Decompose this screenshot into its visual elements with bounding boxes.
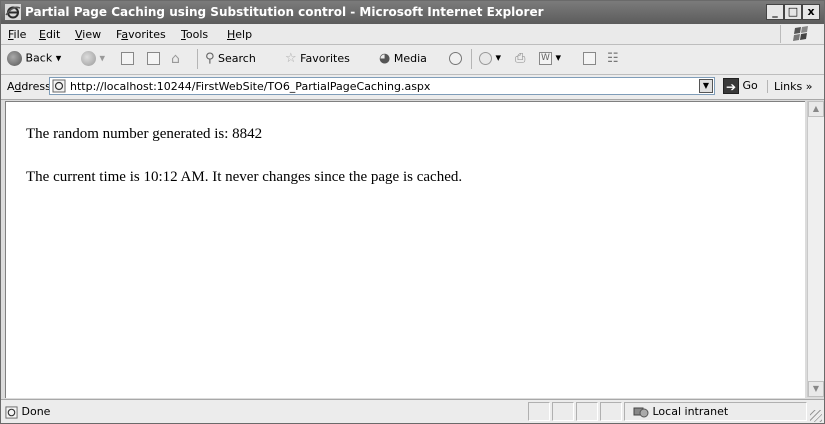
address-bar: Address http://localhost:10244/FirstWebS…: [1, 75, 824, 100]
minimize-button[interactable]: _: [766, 4, 784, 20]
title-bar[interactable]: Partial Page Caching using Substitution …: [1, 1, 824, 24]
search-icon: ⚲: [205, 51, 215, 66]
favorites-button[interactable]: ☆ Favorites: [285, 51, 350, 66]
windows-flag-icon: [780, 25, 821, 43]
menu-view-rest: iew: [82, 28, 102, 41]
intranet-icon: [633, 407, 649, 417]
favorites-star-icon: ☆: [285, 51, 297, 66]
forward-arrow-icon: [81, 51, 96, 66]
toolbar-separator: [471, 49, 472, 69]
links-label: Links: [774, 80, 803, 93]
browser-window: Partial Page Caching using Substitution …: [0, 0, 825, 424]
status-page-icon: [5, 405, 18, 419]
menu-help-rest: elp: [235, 28, 253, 41]
page-content: The random number generated is: 8842 The…: [5, 101, 805, 398]
scroll-up-icon[interactable]: ▲: [808, 101, 824, 117]
page-icon: [52, 79, 66, 93]
go-arrow-icon: ➔: [723, 78, 739, 94]
ie-logo-icon: [5, 4, 21, 20]
address-dropdown-icon[interactable]: ▼: [699, 79, 713, 93]
media-icon: ◕: [379, 51, 391, 66]
media-button[interactable]: ◕ Media: [379, 51, 427, 66]
status-pane: [576, 402, 598, 421]
current-time-text: The current time is 10:12 AM. It never c…: [26, 169, 463, 185]
address-label-rest: dress: [21, 80, 51, 93]
window-title: Partial Page Caching using Substitution …: [25, 5, 544, 19]
random-number-text: The random number generated is: 8842: [26, 126, 263, 142]
links-button[interactable]: Links »: [767, 80, 813, 93]
stop-icon: [121, 51, 134, 65]
menu-favorites[interactable]: Favorites: [116, 28, 166, 41]
menu-edit-rest: dit: [45, 28, 61, 41]
vertical-scrollbar[interactable]: ▲ ▼: [807, 101, 824, 397]
go-label: Go: [742, 79, 758, 92]
status-pane: [528, 402, 550, 421]
back-button[interactable]: Back ▾: [7, 51, 61, 66]
media-label: Media: [393, 52, 427, 65]
menu-help[interactable]: Help: [227, 28, 252, 41]
address-url: http://localhost:10244/FirstWebSite/TO6_…: [70, 80, 431, 93]
print-button[interactable]: ⎙: [515, 51, 525, 66]
status-pane: [552, 402, 574, 421]
discuss-icon: [583, 51, 596, 65]
refresh-icon: [147, 51, 160, 65]
word-icon: W: [539, 51, 552, 65]
menu-favorites-rest: vorites: [128, 28, 166, 41]
menu-file[interactable]: File: [8, 28, 26, 41]
menu-view[interactable]: View: [75, 28, 101, 41]
address-label: Address: [7, 80, 51, 93]
history-icon: [449, 51, 462, 65]
address-input[interactable]: http://localhost:10244/FirstWebSite/TO6_…: [49, 77, 715, 95]
favorites-label: Favorites: [300, 52, 350, 65]
home-icon: ⌂: [171, 51, 180, 67]
status-done: Done: [5, 405, 50, 419]
search-button[interactable]: ⚲ Search: [205, 51, 256, 66]
status-bar: Done Local intranet: [1, 399, 824, 423]
menu-edit[interactable]: Edit: [39, 28, 60, 41]
maximize-button[interactable]: □: [784, 4, 802, 20]
forward-button[interactable]: ▾: [81, 51, 105, 66]
close-button[interactable]: x: [802, 4, 820, 20]
refresh-button[interactable]: [147, 51, 160, 65]
search-label: Search: [218, 52, 256, 65]
zone-label: Local intranet: [652, 405, 729, 418]
status-pane: [600, 402, 622, 421]
messenger-icon: ☷: [607, 51, 619, 66]
home-button[interactable]: ⌂: [171, 51, 180, 67]
menu-tools[interactable]: Tools: [181, 28, 208, 41]
security-zone: Local intranet: [633, 405, 728, 419]
menu-tools-rest: ools: [185, 28, 209, 41]
go-button[interactable]: ➔ Go: [723, 78, 758, 94]
mail-button[interactable]: ▾: [479, 51, 501, 65]
mail-icon: [479, 51, 492, 65]
stop-button[interactable]: [121, 51, 134, 65]
resize-grip-icon[interactable]: [810, 410, 822, 422]
toolbar-separator: [197, 49, 198, 69]
print-icon: ⎙: [515, 51, 526, 66]
edit-word-button[interactable]: W ▾: [539, 51, 561, 65]
discuss-button[interactable]: [583, 51, 596, 65]
status-text: Done: [21, 405, 51, 418]
menu-file-rest: ile: [13, 28, 27, 41]
history-button[interactable]: [449, 51, 462, 65]
standard-toolbar: Back ▾ ▾ ⌂ ⚲ Search ☆ Favorites ◕ Media …: [1, 45, 824, 75]
back-label: Back: [25, 51, 53, 65]
menu-edit-key: E: [39, 28, 46, 41]
scroll-down-icon[interactable]: ▼: [808, 381, 824, 397]
menu-bar: File Edit View Favorites Tools Help: [1, 24, 824, 45]
messenger-button[interactable]: ☷: [607, 51, 619, 66]
back-arrow-icon: [7, 51, 22, 66]
